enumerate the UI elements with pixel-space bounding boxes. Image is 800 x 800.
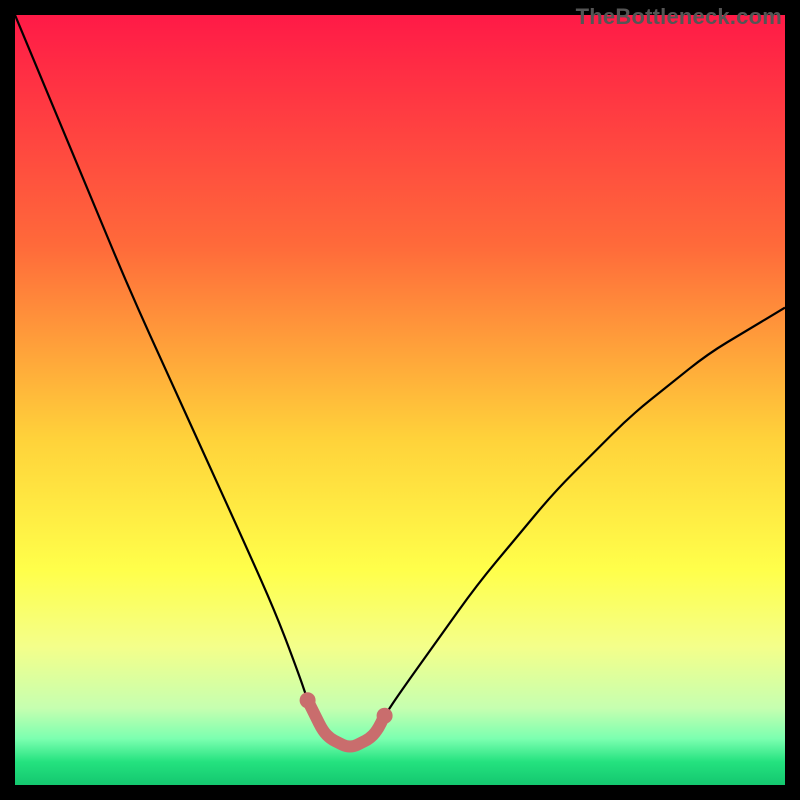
- highlight-endpoint: [300, 692, 316, 708]
- highlight-endpoint: [377, 708, 393, 724]
- chart-frame: TheBottleneck.com: [0, 0, 800, 800]
- plot-background: [15, 15, 785, 785]
- bottleneck-plot: [15, 15, 785, 785]
